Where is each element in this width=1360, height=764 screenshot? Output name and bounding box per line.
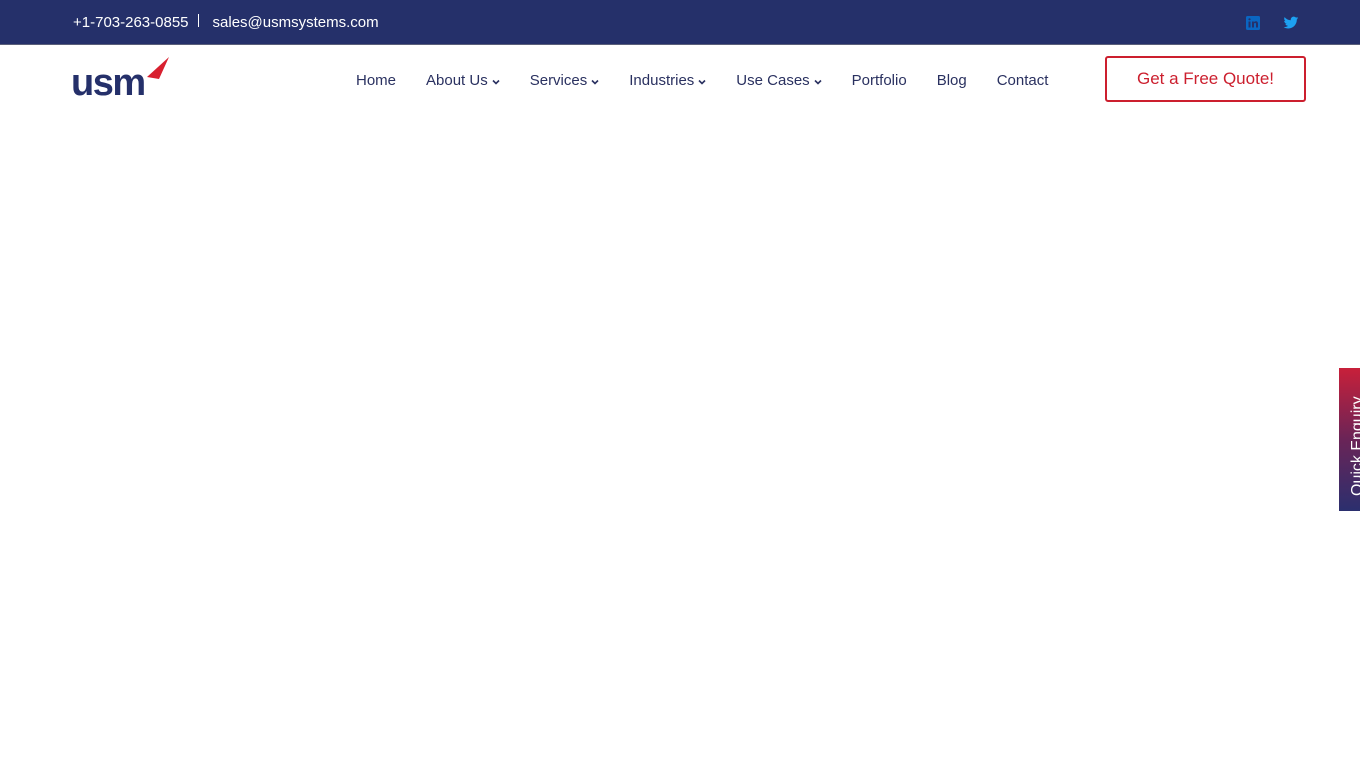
nav-about-us[interactable]: About Us <box>426 46 500 116</box>
get-free-quote-button[interactable]: Get a Free Quote! <box>1105 56 1306 102</box>
chevron-down-icon <box>591 79 599 85</box>
nav-label: Blog <box>936 72 967 89</box>
linkedin-link[interactable] <box>1245 15 1261 31</box>
nav-label: Use Cases <box>736 72 810 89</box>
social-links <box>1245 0 1299 45</box>
nav-label: Portfolio <box>851 72 907 89</box>
svg-text:usm: usm <box>71 62 145 97</box>
quick-enquiry-label: Quick Enquiry <box>1349 396 1360 496</box>
nav-label: Contact <box>996 72 1049 89</box>
nav-blog[interactable]: Blog <box>937 46 967 116</box>
nav-portfolio[interactable]: Portfolio <box>852 46 907 116</box>
twitter-icon <box>1283 16 1299 28</box>
site-header: usm Home About Us Services Industries Us… <box>0 46 1360 116</box>
main-nav: Home About Us Services Industries Use Ca… <box>356 46 1048 116</box>
email-link[interactable]: sales@usmsystems.com <box>213 14 379 31</box>
nav-contact[interactable]: Contact <box>997 46 1049 116</box>
usm-logo-icon: usm <box>71 57 169 104</box>
nav-industries[interactable]: Industries <box>629 46 706 116</box>
nav-label: Services <box>529 72 588 89</box>
nav-label: Home <box>356 72 397 89</box>
chevron-down-icon <box>492 79 500 85</box>
chevron-down-icon <box>814 79 822 85</box>
nav-label: Industries <box>629 72 695 89</box>
top-bar: +1-703-263-0855 sales@usmsystems.com <box>0 0 1360 45</box>
nav-home[interactable]: Home <box>356 46 396 116</box>
linkedin-icon <box>1246 15 1260 30</box>
quick-enquiry-tab[interactable]: Quick Enquiry <box>1339 368 1360 511</box>
logo[interactable]: usm <box>71 55 171 104</box>
phone-link[interactable]: +1-703-263-0855 <box>73 14 189 31</box>
twitter-link[interactable] <box>1283 15 1299 31</box>
nav-services[interactable]: Services <box>530 46 600 116</box>
nav-use-cases[interactable]: Use Cases <box>736 46 822 116</box>
nav-label: About Us <box>426 72 488 89</box>
contact-info: +1-703-263-0855 sales@usmsystems.com <box>73 0 379 45</box>
chevron-down-icon <box>698 79 706 85</box>
divider <box>197 14 199 27</box>
